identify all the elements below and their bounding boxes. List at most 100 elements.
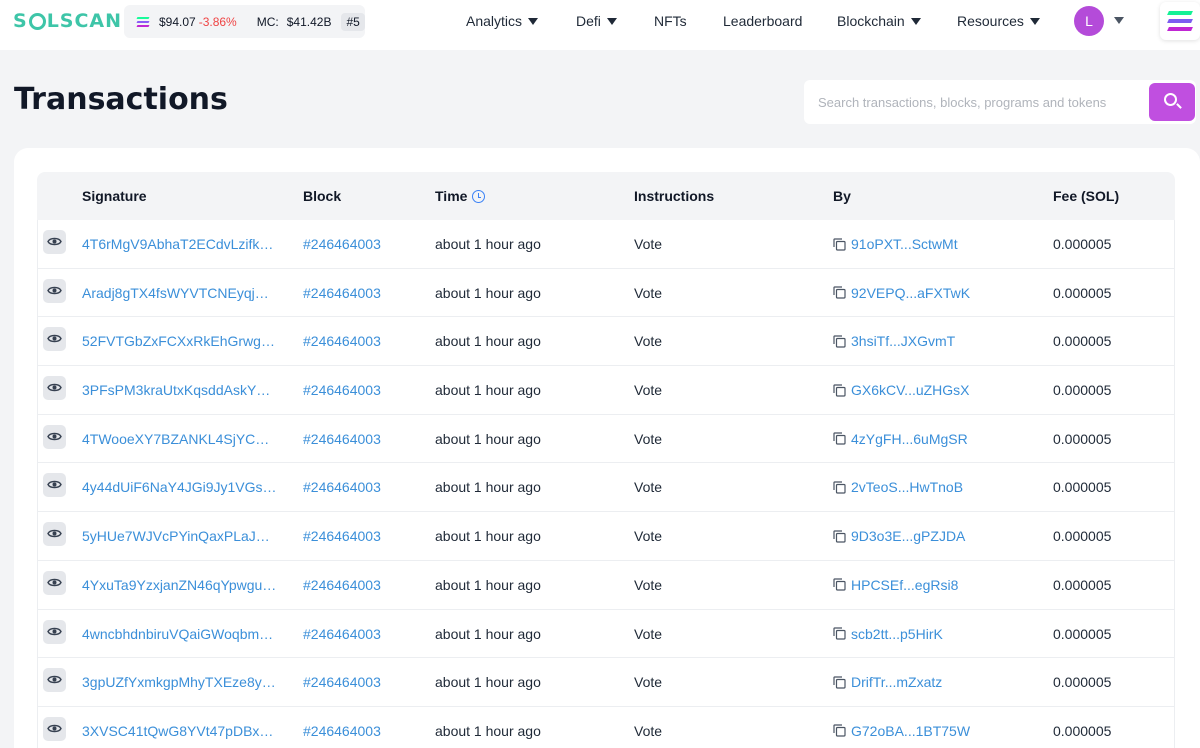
copy-icon[interactable] xyxy=(833,724,846,737)
by-address-link[interactable]: 9D3o3E...gPZJDA xyxy=(851,528,965,544)
block-link[interactable]: #246464003 xyxy=(303,333,381,349)
copy-icon[interactable] xyxy=(833,676,846,689)
eye-icon[interactable] xyxy=(43,327,66,352)
signature-link[interactable]: 4T6rMgV9AbhaT2ECdvLzifkcd... xyxy=(82,236,277,252)
nav-analytics[interactable]: Analytics xyxy=(466,0,539,42)
by-address-link[interactable]: 4zYgFH...6uMgSR xyxy=(851,431,968,447)
signature-link[interactable]: 5yHUe7WJVcPYinQaxPLaJ6AJ... xyxy=(82,528,277,544)
nav-blockchain-label: Blockchain xyxy=(837,13,905,29)
by-address[interactable]: 4zYgFH...6uMgSR xyxy=(833,431,968,447)
time-text: about 1 hour ago xyxy=(435,576,541,593)
nav-leaderboard[interactable]: Leaderboard xyxy=(723,0,802,42)
copy-icon[interactable] xyxy=(833,335,846,348)
copy-icon[interactable] xyxy=(833,530,846,543)
by-address[interactable]: scb2tt...p5HirK xyxy=(833,626,943,642)
by-address-link[interactable]: 91oPXT...SctwMt xyxy=(851,236,958,252)
copy-icon[interactable] xyxy=(833,432,846,445)
nav-resources[interactable]: Resources xyxy=(957,0,1040,42)
copy-icon[interactable] xyxy=(833,578,846,591)
eye-icon[interactable] xyxy=(43,619,66,644)
signature-link[interactable]: 4TWooeXY7BZANKL4SjYC3KjP... xyxy=(82,431,277,447)
nav-defi[interactable]: Defi xyxy=(576,0,617,42)
caret-down-icon xyxy=(910,17,921,25)
copy-icon[interactable] xyxy=(833,237,846,251)
logo-text-end: LSCAN xyxy=(46,10,123,32)
header-time-label: Time xyxy=(435,188,468,204)
block-link[interactable]: #246464003 xyxy=(303,382,381,398)
copy-icon[interactable] xyxy=(833,383,846,397)
by-address[interactable]: 3hsiTf...JXGvmT xyxy=(833,333,955,349)
by-address[interactable]: 92VEPQ...aFXTwK xyxy=(833,285,970,301)
logo-text-start: S xyxy=(13,10,28,32)
fee-value: 0.000005 xyxy=(1053,430,1112,447)
signature-link[interactable]: 4YxuTa9YzxjanZN46qYpwguuK... xyxy=(82,577,277,593)
block-link[interactable]: #246464003 xyxy=(303,528,381,544)
header-time: Time xyxy=(435,188,486,204)
solana-icon xyxy=(136,16,150,27)
block-link[interactable]: #246464003 xyxy=(303,577,381,593)
eye-icon[interactable] xyxy=(43,278,66,303)
block-link[interactable]: #246464003 xyxy=(303,236,381,252)
copy-icon[interactable] xyxy=(833,286,846,299)
eye-icon[interactable] xyxy=(43,716,66,741)
block-link[interactable]: #246464003 xyxy=(303,674,381,690)
copy-icon[interactable] xyxy=(833,627,846,640)
user-avatar[interactable]: L xyxy=(1074,6,1104,36)
sol-price-widget[interactable]: $94.07 -3.86% MC: $41.42B #5 xyxy=(124,5,365,38)
signature-link[interactable]: 3XVSC41tQwG8YVt47pDBxxAr... xyxy=(82,723,277,739)
signature-link[interactable]: 52FVTGbZxFCXxRkEhGrwgfbA... xyxy=(82,333,277,349)
table-row: 4T6rMgV9AbhaT2ECdvLzifkcd... #246464003 … xyxy=(37,220,1175,269)
block-link[interactable]: #246464003 xyxy=(303,285,381,301)
by-address[interactable]: G72oBA...1BT75W xyxy=(833,723,970,739)
by-address-link[interactable]: DrifTr...mZxatz xyxy=(851,674,942,690)
by-address[interactable]: GX6kCV...uZHGsX xyxy=(833,382,970,398)
signature-link[interactable]: 3PFsPM3kraUtxKqsddAskY1ex... xyxy=(82,382,277,398)
by-address-link[interactable]: G72oBA...1BT75W xyxy=(851,723,970,739)
nav-defi-label: Defi xyxy=(576,13,601,29)
block-link[interactable]: #246464003 xyxy=(303,626,381,642)
fee-value: 0.000005 xyxy=(1053,284,1112,301)
by-address[interactable]: HPCSEf...egRsi8 xyxy=(833,577,958,593)
by-address-link[interactable]: 2vTeoS...HwTnoB xyxy=(851,479,963,495)
solscan-logo[interactable]: S LSCAN xyxy=(13,10,122,32)
signature-link[interactable]: Aradj8gTX4fsWYVTCNEyqjP9g... xyxy=(82,285,277,301)
eye-icon[interactable] xyxy=(43,424,66,449)
by-address[interactable]: 9D3o3E...gPZJDA xyxy=(833,528,965,544)
eye-icon[interactable] xyxy=(43,473,66,498)
eye-icon[interactable] xyxy=(43,522,66,547)
clock-icon[interactable] xyxy=(472,190,486,203)
block-link[interactable]: #246464003 xyxy=(303,479,381,495)
fee-value: 0.000005 xyxy=(1053,479,1112,496)
eye-icon[interactable] xyxy=(43,570,66,595)
by-address-link[interactable]: 3hsiTf...JXGvmT xyxy=(851,333,955,349)
eye-icon[interactable] xyxy=(43,376,66,401)
by-address-link[interactable]: scb2tt...p5HirK xyxy=(851,626,943,642)
copy-icon[interactable] xyxy=(833,481,846,494)
table-row: 52FVTGbZxFCXxRkEhGrwgfbA... #246464003 a… xyxy=(37,317,1175,367)
signature-link[interactable]: 4wncbhdnbiruVQaiGWoqbm1n... xyxy=(82,626,277,642)
solana-network-icon[interactable] xyxy=(1160,2,1200,40)
nav-nfts[interactable]: NFTs xyxy=(654,0,687,42)
eye-icon[interactable] xyxy=(43,668,66,693)
by-address[interactable]: 2vTeoS...HwTnoB xyxy=(833,479,963,495)
fee-value: 0.000005 xyxy=(1053,722,1112,739)
nav-nfts-label: NFTs xyxy=(654,13,687,29)
by-address-link[interactable]: 92VEPQ...aFXTwK xyxy=(851,285,970,301)
search-input[interactable] xyxy=(804,80,1148,124)
by-address[interactable]: 91oPXT...SctwMt xyxy=(833,236,958,252)
block-link[interactable]: #246464003 xyxy=(303,723,381,739)
nav-analytics-label: Analytics xyxy=(466,13,523,29)
signature-link[interactable]: 3gpUZfYxmkgpMhyTXEze8yH3... xyxy=(82,674,277,690)
account-caret-down-icon[interactable] xyxy=(1114,17,1124,24)
by-address-link[interactable]: GX6kCV...uZHGsX xyxy=(851,382,970,398)
search-button[interactable] xyxy=(1149,83,1195,121)
eye-icon[interactable] xyxy=(43,230,66,254)
rank-badge: #5 xyxy=(341,12,365,31)
table-row: 5yHUe7WJVcPYinQaxPLaJ6AJ... #246464003 a… xyxy=(37,512,1175,561)
nav-blockchain[interactable]: Blockchain xyxy=(837,0,921,42)
by-address[interactable]: DrifTr...mZxatz xyxy=(833,674,942,690)
by-address-link[interactable]: HPCSEf...egRsi8 xyxy=(851,577,958,593)
block-link[interactable]: #246464003 xyxy=(303,431,381,447)
table-row: 4YxuTa9YzxjanZN46qYpwguuK... #246464003 … xyxy=(37,560,1175,610)
signature-link[interactable]: 4y44dUiF6NaY4JGi9Jy1VGsm... xyxy=(82,479,277,495)
